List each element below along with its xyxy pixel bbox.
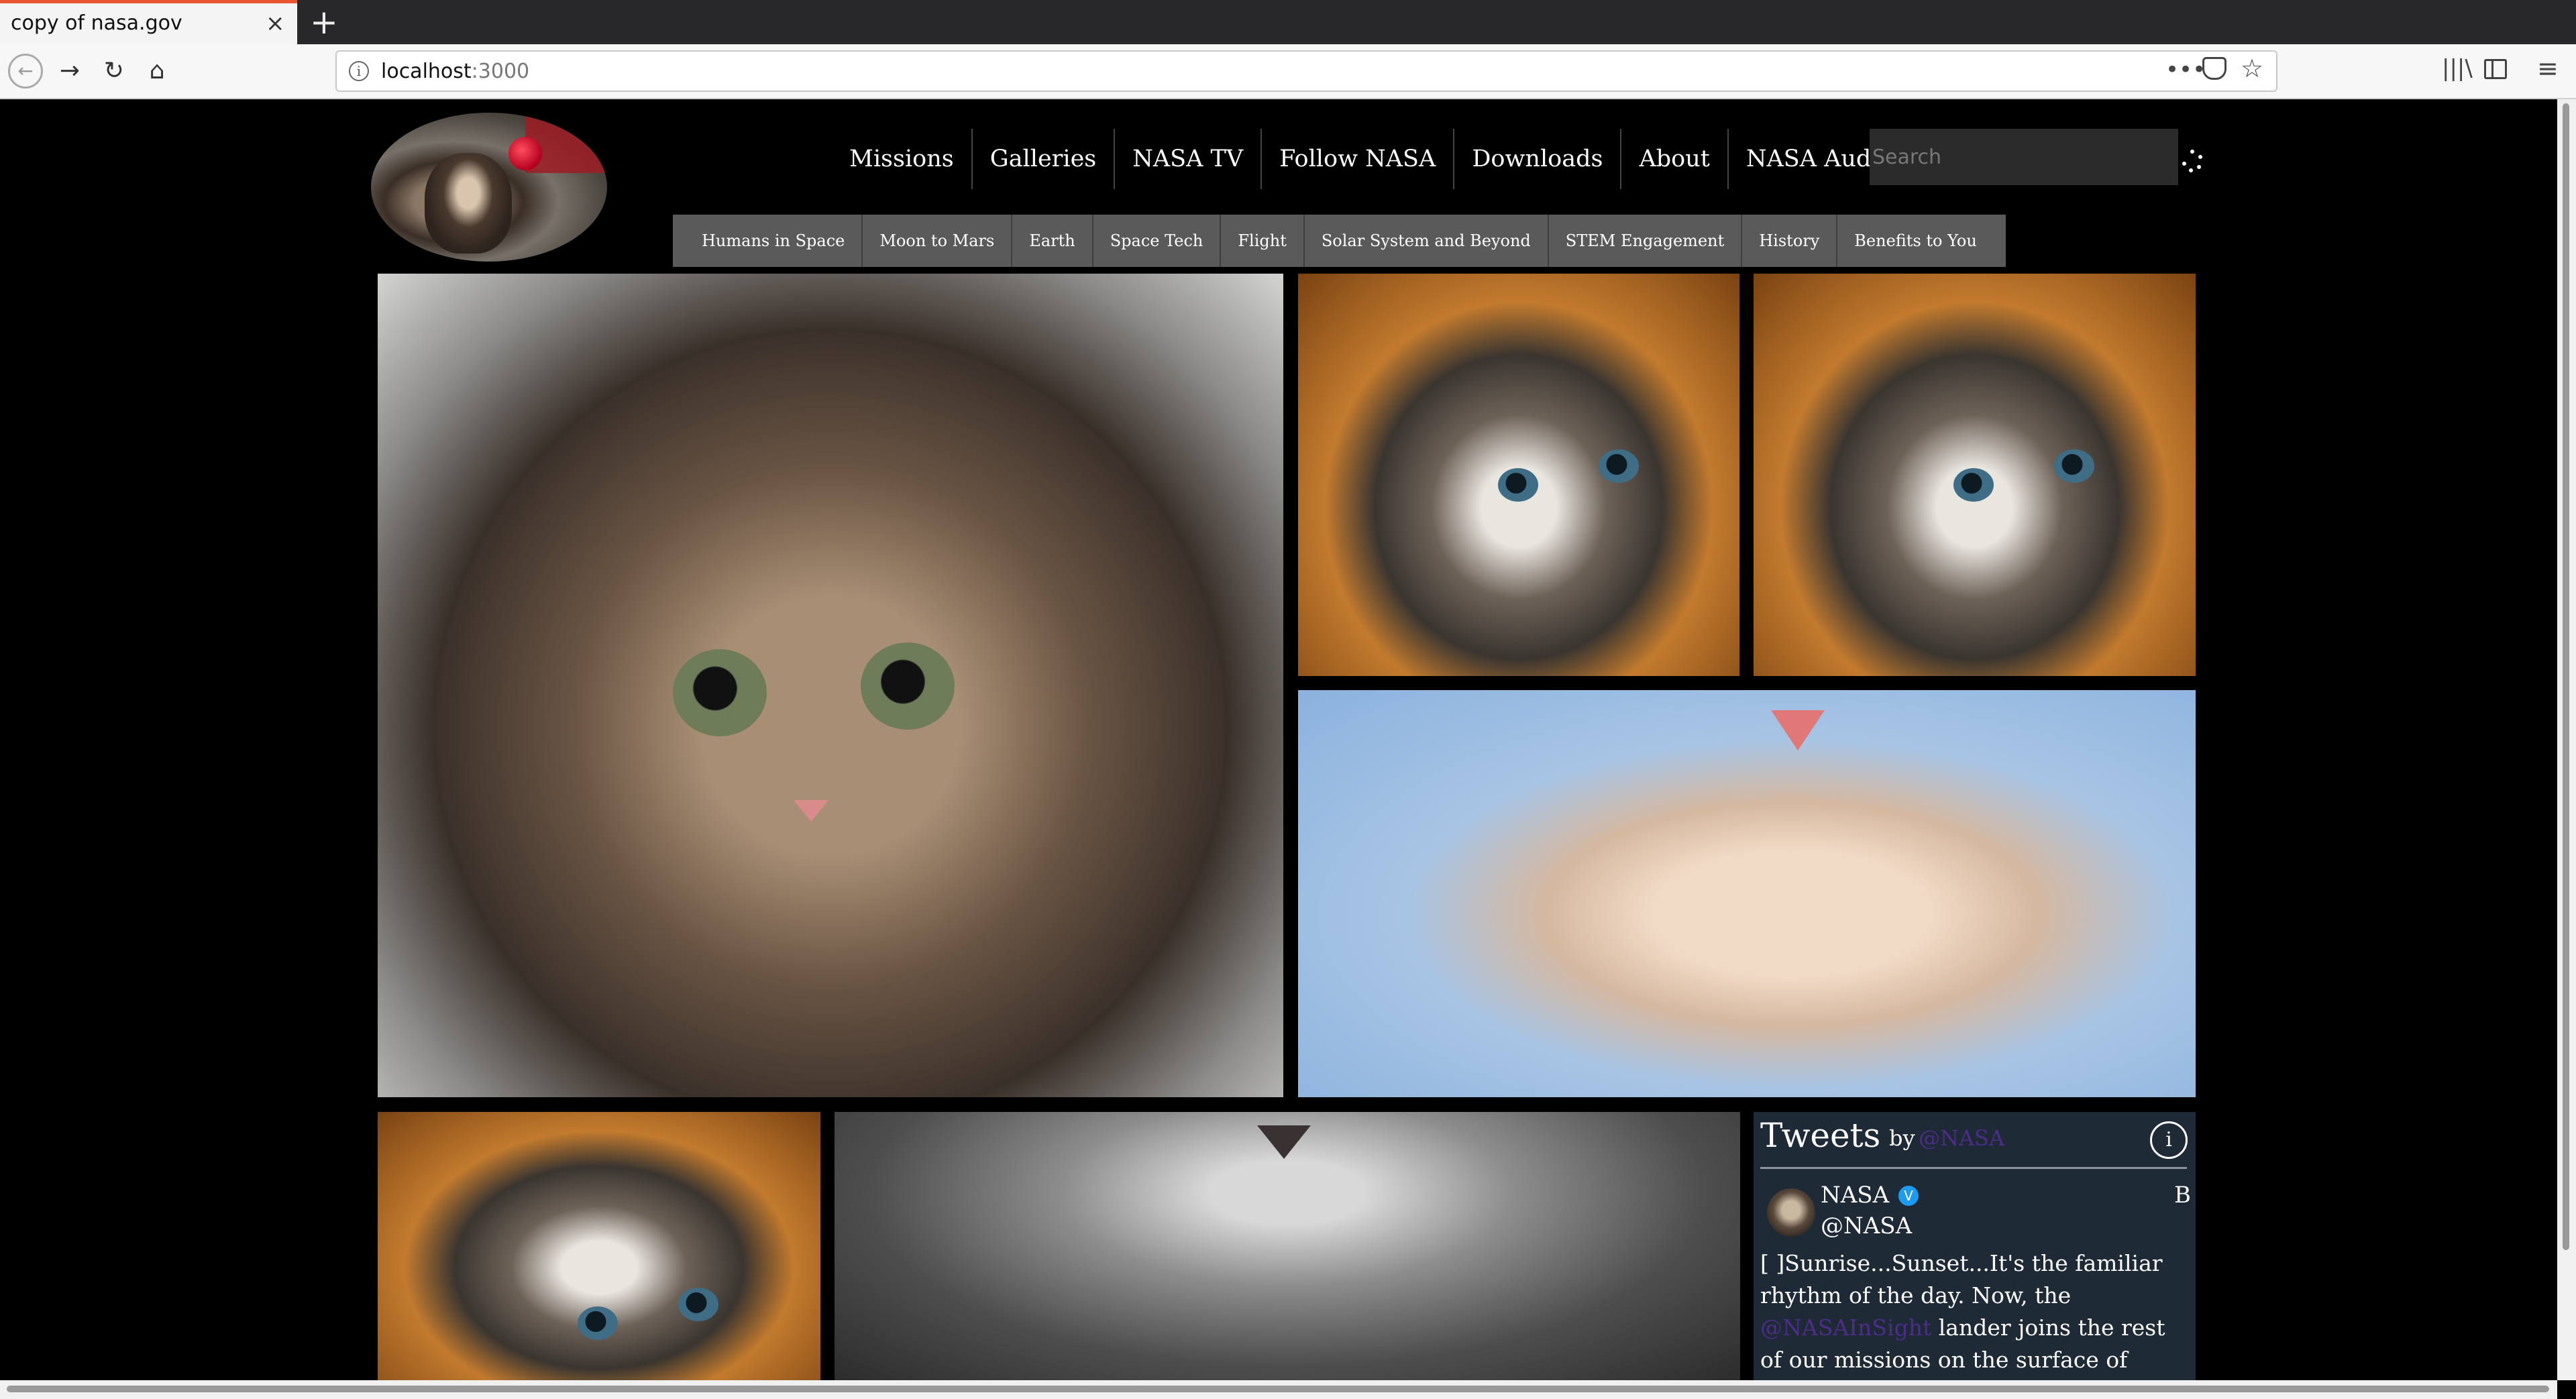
tweet-author-handle[interactable]: @NASA (1821, 1213, 1912, 1239)
gallery-image-calico-kitten[interactable] (1754, 274, 2196, 676)
bookmark-star-icon[interactable]: ☆ (2241, 54, 2263, 83)
home-icon[interactable]: ⌂ (140, 54, 174, 89)
gallery-image-calico-kitten[interactable] (378, 1112, 820, 1380)
library-icon[interactable]: |||\ (2442, 55, 2473, 82)
hamburger-menu-icon[interactable]: ≡ (2537, 54, 2559, 83)
site-logo[interactable] (371, 113, 607, 262)
topic-history[interactable]: History (1741, 215, 1836, 267)
tweets-title: Tweets (1760, 1116, 1881, 1155)
vertical-scrollbar-thumb[interactable] (2563, 103, 2569, 1250)
horizontal-scrollbar-thumb[interactable] (7, 1386, 2549, 1392)
topic-solar-system[interactable]: Solar System and Beyond (1303, 215, 1548, 267)
kitten-eye (1953, 468, 1994, 502)
tab-active[interactable]: copy of nasa.gov × (0, 0, 297, 44)
tweets-by-label: by (1889, 1125, 1915, 1151)
url-text[interactable]: localhost:3000 (381, 60, 529, 83)
logo-kitten (425, 153, 512, 254)
gallery-image-calico-kitten[interactable] (1298, 274, 1739, 676)
kitten-eye (1498, 468, 1538, 502)
url-bar[interactable]: i localhost:3000 (335, 50, 2277, 92)
tweet-text-before: [ ]Sunrise...Sunset...It's the familiar … (1760, 1250, 2163, 1308)
page-viewport: Missions Galleries NASA TV Follow NASA D… (0, 99, 2557, 1380)
topic-benefits-to-you[interactable]: Benefits to You (1836, 215, 1993, 267)
new-tab-button[interactable]: + (310, 3, 338, 42)
back-icon[interactable]: ← (8, 54, 43, 89)
twitter-brand-icon[interactable]: B (2174, 1182, 2191, 1209)
tweets-author-link[interactable]: @NASA (1919, 1125, 2004, 1151)
verified-badge-icon: V (1898, 1186, 1919, 1206)
tweets-widget: Tweets by @NASA i NASA V B @NASA [ ]Sunr… (1754, 1112, 2196, 1380)
topic-moon-to-mars[interactable]: Moon to Mars (861, 215, 1011, 267)
nav-downloads[interactable]: Downloads (1453, 129, 1620, 189)
gallery-image-tabby-kitten[interactable] (378, 274, 1283, 1097)
kitten-eye (578, 1306, 618, 1340)
vertical-scrollbar[interactable] (2557, 99, 2576, 1380)
horizontal-scrollbar[interactable] (0, 1380, 2557, 1399)
search-input[interactable] (1870, 129, 2178, 185)
reload-icon[interactable]: ↻ (97, 54, 131, 89)
kitten-eye (2054, 449, 2094, 483)
kitten-nose (1771, 710, 1825, 750)
topic-stem-engagement[interactable]: STEM Engagement (1547, 215, 1741, 267)
topic-flight[interactable]: Flight (1220, 215, 1303, 267)
kitten-nose (794, 800, 828, 822)
url-host: localhost (381, 60, 472, 83)
avatar[interactable] (1767, 1188, 1815, 1237)
kitten-eye (861, 642, 955, 730)
gallery-image-grey-kitten[interactable] (835, 1112, 1740, 1380)
nav-galleries[interactable]: Galleries (971, 129, 1114, 189)
topic-space-tech[interactable]: Space Tech (1091, 215, 1220, 267)
kitten-eye (1599, 449, 1639, 483)
page-actions-icon[interactable]: ••• (2165, 56, 2206, 83)
info-icon[interactable]: i (2150, 1121, 2188, 1159)
nav-nasa-tv[interactable]: NASA TV (1114, 129, 1260, 189)
tab-close-icon[interactable]: × (266, 10, 285, 37)
tweet-author-name[interactable]: NASA (1821, 1182, 1889, 1209)
divider (1760, 1167, 2187, 1169)
pocket-icon[interactable] (2202, 57, 2226, 80)
kitten-eye (678, 1288, 718, 1321)
loading-spinner-icon (2182, 150, 2202, 172)
site-info-icon[interactable]: i (349, 61, 369, 81)
tab-title: copy of nasa.gov (11, 11, 182, 35)
logo-ornament (508, 137, 542, 170)
sidebar-toggle-icon[interactable] (2484, 59, 2507, 79)
kitten-eye (673, 649, 767, 736)
tweet-mention-link[interactable]: @NASAInSight (1760, 1314, 1931, 1341)
nav-follow-nasa[interactable]: Follow NASA (1260, 129, 1453, 189)
nav-missions[interactable]: Missions (832, 129, 971, 189)
tweet-text: [ ]Sunrise...Sunset...It's the familiar … (1760, 1247, 2190, 1380)
url-port: :3000 (471, 60, 530, 83)
forward-icon[interactable]: → (52, 54, 87, 89)
topic-earth[interactable]: Earth (1011, 215, 1091, 267)
topic-navigation: Humans in Space Moon to Mars Earth Space… (673, 215, 2006, 267)
tab-bar: copy of nasa.gov × + (0, 0, 2576, 44)
nav-about[interactable]: About (1620, 129, 1727, 189)
topic-humans-in-space[interactable]: Humans in Space (685, 215, 861, 267)
kitten-nose (1257, 1125, 1311, 1159)
main-navigation: Missions Galleries NASA TV Follow NASA D… (832, 129, 1964, 189)
gallery-image-white-kitten-sky[interactable] (1298, 690, 2196, 1097)
